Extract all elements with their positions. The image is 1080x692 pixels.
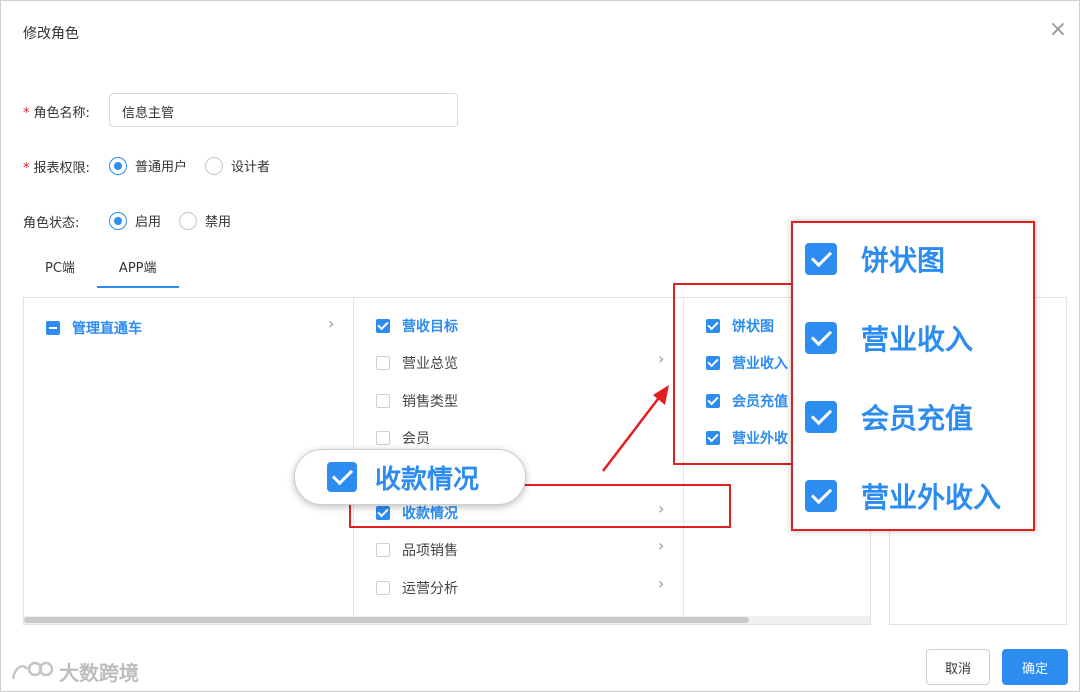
checkbox-unchecked-icon[interactable] bbox=[376, 581, 390, 595]
radio-normal-user[interactable]: 普通用户 bbox=[109, 156, 187, 175]
role-status-label: 角色状态: bbox=[23, 216, 80, 231]
cancel-button[interactable]: 取消 bbox=[926, 649, 990, 685]
cascader-item-label: 营收目标 bbox=[402, 319, 458, 335]
checkbox-unchecked-icon[interactable] bbox=[376, 394, 390, 408]
subitems-zoom-callout: 饼状图 营业收入 会员充值 营业外收入 bbox=[791, 221, 1035, 531]
cascader-item-member[interactable]: 会员 bbox=[376, 428, 430, 448]
checkbox-unchecked-icon[interactable] bbox=[376, 356, 390, 370]
scrollbar-thumb[interactable] bbox=[24, 617, 749, 623]
tab-pc[interactable]: PC端 bbox=[23, 253, 97, 286]
cascader-item-sales-type[interactable]: 销售类型 bbox=[376, 391, 458, 411]
role-status-radio-group: 启用 禁用 bbox=[109, 211, 249, 230]
close-icon[interactable]: × bbox=[1047, 19, 1069, 41]
checkbox-checked-icon bbox=[805, 243, 837, 275]
required-mark: * bbox=[23, 106, 30, 121]
cascader-item-label: 品项销售 bbox=[402, 543, 458, 559]
chevron-right-icon: › bbox=[658, 536, 665, 555]
zoom-item: 营业外收入 bbox=[805, 476, 1001, 516]
cascader-item-item-sales[interactable]: 品项销售 bbox=[376, 540, 458, 560]
cascader-item-operations[interactable]: 运营分析 bbox=[376, 578, 458, 598]
role-name-label: * 角色名称: bbox=[23, 102, 90, 121]
radio-disabled[interactable]: 禁用 bbox=[179, 211, 231, 230]
cascader-item-label: 会员 bbox=[402, 431, 430, 447]
horizontal-scrollbar[interactable] bbox=[24, 616, 870, 624]
radio-unselected-icon bbox=[205, 156, 224, 175]
report-permission-label-text: 报表权限: bbox=[33, 161, 90, 176]
radio-unselected-icon bbox=[179, 211, 198, 230]
edit-role-dialog: 修改角色 × * 角色名称: 信息主管 * 报表权限: 普通用户 设计者 角色状态:… bbox=[0, 0, 1080, 692]
chevron-right-icon: › bbox=[658, 574, 665, 593]
payments-callout-bubble: 收款情况 bbox=[294, 449, 526, 505]
checkbox-checked-icon bbox=[805, 480, 837, 512]
role-name-input[interactable]: 信息主管 bbox=[109, 93, 458, 127]
zoom-item: 饼状图 bbox=[805, 239, 945, 279]
zoom-item-label: 饼状图 bbox=[861, 244, 946, 277]
radio-label: 设计者 bbox=[231, 160, 271, 175]
checkbox-unchecked-icon[interactable] bbox=[376, 543, 390, 557]
watermark: 大数跨境 bbox=[9, 657, 139, 686]
checkbox-indeterminate-icon[interactable] bbox=[46, 321, 60, 335]
report-permission-label: * 报表权限: bbox=[23, 157, 90, 176]
confirm-button[interactable]: 确定 bbox=[1002, 649, 1068, 685]
checkbox-unchecked-icon[interactable] bbox=[376, 431, 390, 445]
chevron-right-icon: › bbox=[328, 314, 335, 333]
cascader-item-management[interactable]: 管理直通车 bbox=[46, 318, 142, 338]
checkbox-checked-icon bbox=[805, 401, 837, 433]
report-permission-radio-group: 普通用户 设计者 bbox=[109, 156, 288, 175]
radio-enabled[interactable]: 启用 bbox=[109, 211, 161, 230]
cascader-item-label: 管理直通车 bbox=[72, 321, 142, 337]
checkbox-checked-icon bbox=[805, 322, 837, 354]
annotation-arrow-icon bbox=[602, 385, 669, 472]
role-name-label-text: 角色名称: bbox=[33, 106, 90, 121]
dialog-title: 修改角色 bbox=[23, 26, 79, 42]
tab-app[interactable]: APP端 bbox=[96, 253, 179, 288]
zoom-item-label: 营业收入 bbox=[861, 323, 974, 356]
required-mark: * bbox=[23, 161, 30, 176]
subitems-highlight-box bbox=[673, 283, 795, 465]
radio-selected-icon bbox=[109, 156, 127, 175]
cascader-item-label: 运营分析 bbox=[402, 581, 458, 597]
callout-label: 收款情况 bbox=[375, 464, 480, 495]
radio-selected-icon bbox=[109, 211, 127, 230]
checkbox-checked-icon bbox=[327, 462, 357, 492]
watermark-text: 大数跨境 bbox=[59, 661, 139, 685]
zoom-item: 会员充值 bbox=[805, 397, 973, 437]
checkbox-checked-icon[interactable] bbox=[376, 319, 390, 333]
cascader-item-label: 营业总览 bbox=[402, 356, 458, 372]
radio-label: 启用 bbox=[135, 215, 162, 230]
cascader-item-business-overview[interactable]: 营业总览 bbox=[376, 353, 458, 373]
watermark-logo-icon bbox=[11, 661, 53, 679]
radio-label: 普通用户 bbox=[135, 160, 188, 175]
cascader-item-revenue-target[interactable]: 营收目标 bbox=[376, 316, 458, 336]
platform-tabs: PC端 APP端 bbox=[23, 253, 179, 288]
zoom-item-label: 会员充值 bbox=[861, 402, 974, 435]
zoom-item: 营业收入 bbox=[805, 318, 973, 358]
chevron-right-icon: › bbox=[658, 349, 665, 368]
zoom-item-label: 营业外收入 bbox=[861, 481, 1002, 514]
radio-label: 禁用 bbox=[205, 215, 232, 230]
cascader-item-label: 销售类型 bbox=[402, 394, 458, 410]
radio-designer[interactable]: 设计者 bbox=[205, 156, 270, 175]
